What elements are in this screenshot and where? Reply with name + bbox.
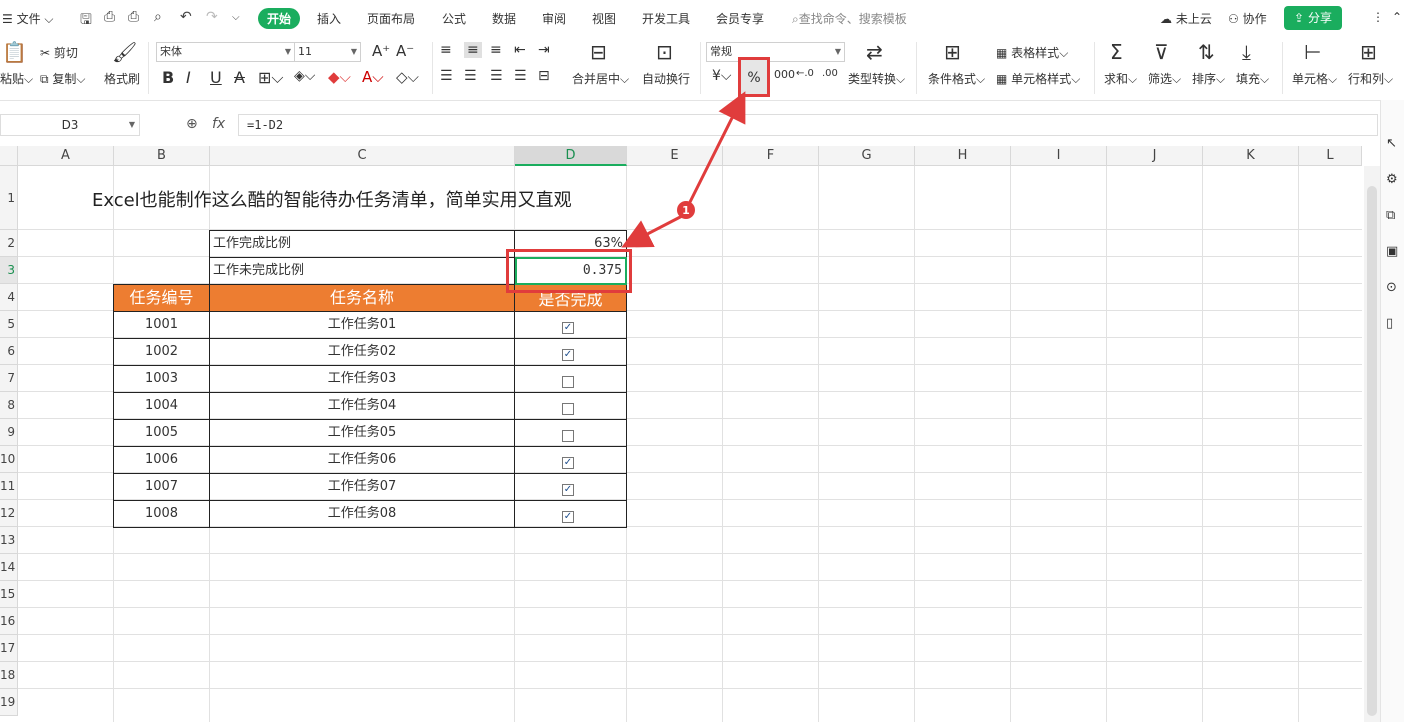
arrow-to-percent (684, 91, 746, 211)
arrow-to-cell (621, 212, 687, 248)
step-number: 1 (682, 204, 690, 217)
annotation-overlay: 1 (621, 91, 746, 248)
